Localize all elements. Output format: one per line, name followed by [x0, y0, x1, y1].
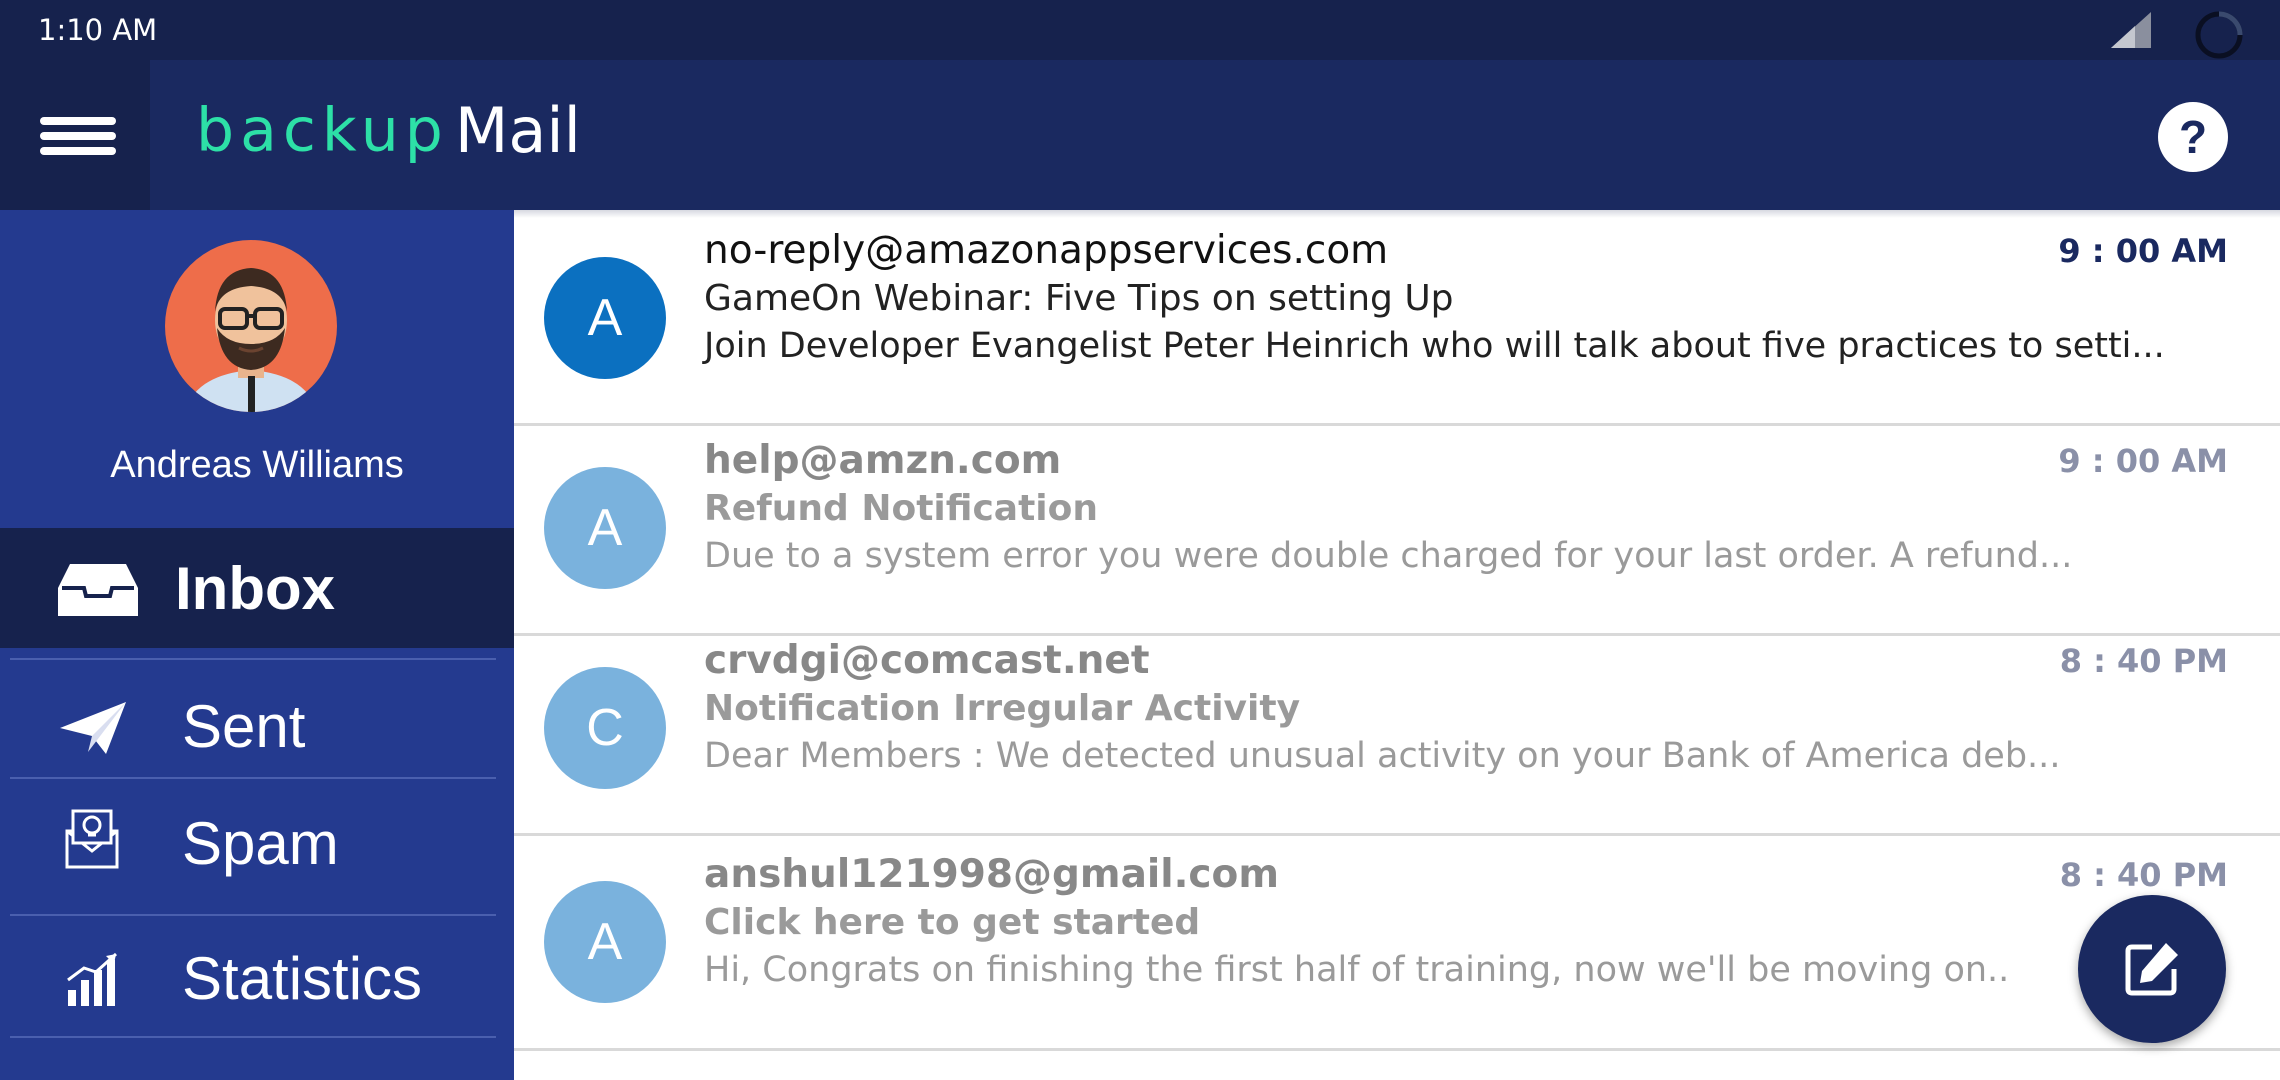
bar-chart-icon	[66, 952, 120, 1012]
status-bar: 1:10 AM	[0, 0, 2280, 60]
row-divider	[514, 1048, 2280, 1051]
email-time: 9 : 00 AM	[2058, 442, 2228, 480]
email-preview: Due to a system error you were double ch…	[704, 536, 2073, 576]
help-button[interactable]: ?	[2158, 102, 2228, 172]
logo-mail-text: Mail	[454, 94, 581, 167]
sidebar-item-label: Inbox	[175, 555, 335, 622]
sidebar-item-label: Sent	[182, 693, 306, 760]
sidebar-item-sent[interactable]: Sent	[0, 660, 514, 780]
email-time: 8 : 40 PM	[2059, 642, 2228, 680]
email-subject: GameOn Webinar: Five Tips on setting Up	[704, 278, 1454, 319]
compose-button[interactable]	[2078, 895, 2226, 1043]
email-subject: Refund Notification	[704, 488, 1098, 529]
sidebar-item-inbox[interactable]: Inbox	[0, 528, 514, 648]
email-sender: crvdgi@comcast.net	[704, 638, 1150, 683]
email-sender: no-reply@amazonappservices.com	[704, 228, 1389, 273]
nav-divider	[10, 1036, 496, 1038]
avatar[interactable]	[165, 240, 337, 412]
sidebar-item-spam[interactable]: Spam	[0, 779, 514, 903]
email-time: 8 : 40 PM	[2059, 856, 2228, 894]
sender-avatar: A	[544, 467, 666, 589]
loading-icon	[2193, 9, 2245, 65]
email-preview: Hi, Congrats on finishing the first half…	[704, 950, 2010, 990]
spam-envelope-icon	[64, 809, 120, 873]
inbox-tray-icon	[56, 562, 140, 622]
list-top-shadow	[514, 210, 2280, 218]
email-subject: Notification Irregular Activity	[704, 688, 1301, 729]
email-row[interactable]: A anshul121998@gmail.com Click here to g…	[514, 834, 2280, 1044]
email-list: A no-reply@amazonappservices.com GameOn …	[514, 210, 2280, 1080]
email-row[interactable]: C crvdgi@comcast.net Notification Irregu…	[514, 620, 2280, 830]
email-time: 9 : 00 AM	[2058, 232, 2228, 270]
menu-button[interactable]	[0, 60, 150, 210]
sidebar-item-statistics[interactable]: Statistics	[0, 916, 514, 1036]
sender-avatar: A	[544, 257, 666, 379]
logo-backup-text: backup	[196, 95, 449, 166]
sidebar-item-label: Statistics	[182, 945, 423, 1012]
app-logo: backupMail	[196, 94, 581, 174]
email-subject: Click here to get started	[704, 902, 1201, 943]
sidebar: Andreas Williams Inbox Sent Spam Statist…	[0, 210, 514, 1080]
paper-plane-icon	[58, 700, 128, 760]
app-bar: backupMail ?	[0, 60, 2280, 210]
email-preview: Dear Members : We detected unusual activ…	[704, 736, 2061, 776]
user-name: Andreas Williams	[110, 444, 404, 486]
email-preview: Join Developer Evangelist Peter Heinrich…	[704, 326, 2165, 366]
sidebar-item-label: Spam	[182, 810, 339, 877]
signal-icon	[2107, 10, 2155, 54]
sender-avatar: A	[544, 881, 666, 1003]
sender-avatar: C	[544, 667, 666, 789]
status-time: 1:10 AM	[38, 13, 158, 47]
email-sender: anshul121998@gmail.com	[704, 852, 1279, 897]
email-sender: help@amzn.com	[704, 438, 1062, 483]
email-row[interactable]: A help@amzn.com Refund Notification Due …	[514, 420, 2280, 630]
email-row[interactable]: A no-reply@amazonappservices.com GameOn …	[514, 210, 2280, 420]
